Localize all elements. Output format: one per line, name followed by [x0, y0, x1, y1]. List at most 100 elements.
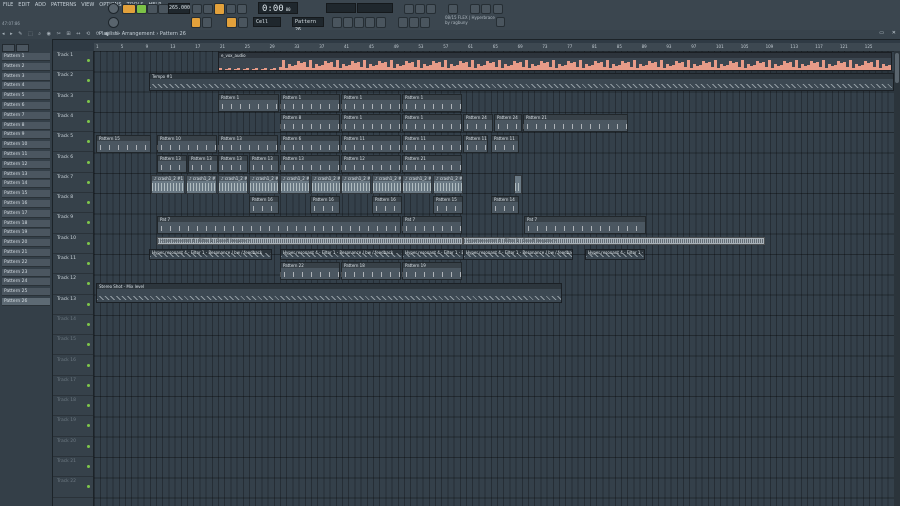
- pattern-list-item[interactable]: Pattern 7: [2, 111, 50, 120]
- pattern-list-item[interactable]: Pattern 8: [2, 121, 50, 130]
- mic-button[interactable]: [470, 4, 480, 14]
- track-header[interactable]: Track 16: [53, 356, 93, 376]
- track-mute-led-icon[interactable]: [87, 465, 90, 468]
- audio-clip-crash[interactable]: ♪ crash1_2 #1: [249, 175, 279, 194]
- pattern-clip[interactable]: Pattern 1: [402, 94, 462, 112]
- snap-selector[interactable]: Cell: [253, 17, 281, 27]
- pattern-list-item[interactable]: Pattern 20: [2, 239, 50, 248]
- pattern-list-item[interactable]: Pattern 15: [2, 190, 50, 199]
- pattern-list-item[interactable]: Pattern 4: [2, 82, 50, 91]
- piano-roll-button[interactable]: [343, 17, 353, 28]
- pattern-clip[interactable]: Pattern 11: [341, 135, 401, 153]
- track-header[interactable]: Track 19: [53, 416, 93, 437]
- project-info-button[interactable]: [420, 17, 430, 28]
- audio-clip-crash[interactable]: ♪ crash1_2 #1: [341, 175, 371, 194]
- pattern-list-item[interactable]: Pattern 2: [2, 62, 50, 71]
- pattern-clip[interactable]: Pattern 11: [463, 135, 488, 153]
- pattern-clip[interactable]: Pattern 16: [372, 196, 402, 214]
- online-button[interactable]: [415, 4, 425, 14]
- play-button[interactable]: [136, 4, 147, 14]
- track-header[interactable]: Track 8: [53, 193, 93, 214]
- track-header[interactable]: Track 9: [53, 213, 93, 234]
- pattern-list-item[interactable]: Pattern 17: [2, 209, 50, 218]
- menu-edit[interactable]: EDIT: [17, 2, 31, 8]
- browser-button[interactable]: [376, 17, 386, 28]
- pattern-clip[interactable]: Pattern 12: [341, 155, 401, 173]
- pattern-list-item[interactable]: Pattern 21: [2, 249, 50, 257]
- pattern-clip[interactable]: Pattern 24: [463, 114, 493, 132]
- pattern-list-item[interactable]: Pattern 25: [2, 288, 50, 297]
- pattern-clip[interactable]: Pattern 14: [491, 196, 519, 214]
- track-mute-led-icon[interactable]: [87, 160, 90, 164]
- pattern-clip[interactable]: Pattern 11: [402, 135, 462, 153]
- track-header[interactable]: Track 4: [53, 112, 93, 133]
- menu-add[interactable]: ADD: [34, 2, 47, 8]
- pattern-clip[interactable]: Pattern 15: [96, 135, 151, 153]
- track-mute-led-icon[interactable]: [87, 343, 90, 347]
- metronome-button[interactable]: [192, 4, 202, 14]
- track-mute-led-icon[interactable]: [87, 262, 90, 265]
- pattern-list-item[interactable]: Pattern 16: [2, 200, 50, 208]
- pattern-picker-menu-button[interactable]: [2, 44, 15, 52]
- pattern-clip[interactable]: Pattern 22: [280, 262, 340, 280]
- track-header[interactable]: Track 20: [53, 437, 93, 457]
- pattern-clip[interactable]: Pattern 21: [523, 114, 628, 132]
- pattern-clip[interactable]: Pattern 16: [310, 196, 340, 214]
- track-mute-led-icon[interactable]: [87, 221, 90, 225]
- automation-clip-stereo[interactable]: Stereo Shot - Mix level: [96, 283, 562, 303]
- loop-record-button[interactable]: [237, 4, 247, 14]
- master-pitch-knob[interactable]: [108, 17, 119, 28]
- pattern-clip[interactable]: Pattern 1: [402, 114, 462, 132]
- track-mute-led-icon[interactable]: [87, 180, 90, 184]
- panic-button[interactable]: [404, 4, 414, 14]
- pattern-list-item[interactable]: Pattern 1: [2, 53, 50, 61]
- audio-clip-crash[interactable]: ♪ crash1_2 #1: [433, 175, 463, 194]
- track-mute-led-icon[interactable]: [87, 241, 90, 245]
- pattern-list-item[interactable]: Pattern 13: [2, 170, 50, 179]
- pattern-clip[interactable]: Pattern 13: [249, 155, 279, 173]
- audio-clip-vox[interactable]: e_vox_audio: [218, 52, 892, 71]
- pattern-clip[interactable]: Pattern 15: [433, 196, 463, 214]
- pattern-clip[interactable]: Pattern 19: [402, 262, 462, 280]
- pattern-selector[interactable]: Pattern 26: [292, 17, 324, 33]
- track-mute-led-icon[interactable]: [87, 140, 90, 144]
- tool-paint-button[interactable]: [202, 17, 212, 28]
- pattern-list-item[interactable]: Pattern 5: [2, 92, 50, 101]
- news-panel[interactable]: 08/15 FLEX | Hyperbrace by ragbuny: [445, 15, 495, 25]
- menu-view[interactable]: VIEW: [80, 2, 95, 8]
- master-volume-knob[interactable]: [108, 3, 119, 14]
- audio-clip-crash[interactable]: ♪ crash1_2 #1: [186, 175, 217, 194]
- track-mute-led-icon[interactable]: [87, 201, 90, 205]
- automation-clip-resonance[interactable]: Hyper resonant 4 - Filter 1 - Resonance …: [463, 249, 573, 260]
- pattern-list-item[interactable]: Pattern 22: [2, 258, 50, 267]
- pattern-list-item[interactable]: Pattern 11: [2, 151, 50, 159]
- audio-clip-crash[interactable]: [514, 175, 522, 194]
- menu-patterns[interactable]: PATTERNS: [50, 2, 77, 8]
- pattern-clip[interactable]: Pattern 13: [280, 155, 340, 173]
- pattern-clip[interactable]: Pattern 21: [402, 155, 462, 173]
- pattern-list-item[interactable]: Pattern 6: [2, 102, 50, 110]
- track-mute-led-icon[interactable]: [87, 59, 90, 62]
- audio-clip-crash[interactable]: ♪ crash1_2 #1: [372, 175, 402, 194]
- countdown-button[interactable]: [226, 4, 236, 14]
- pattern-list-item[interactable]: Pattern 12: [2, 160, 50, 169]
- settings-button[interactable]: [481, 4, 491, 14]
- news-refresh-button[interactable]: [496, 17, 505, 27]
- help-button[interactable]: [448, 4, 458, 14]
- track-header[interactable]: Track 18: [53, 396, 93, 417]
- pattern-clip[interactable]: Pattern 1: [280, 94, 340, 112]
- track-mute-led-icon[interactable]: [87, 424, 90, 428]
- pattern-clip-row9[interactable]: Pat 7: [524, 216, 646, 234]
- step-edit-button[interactable]: [214, 3, 225, 15]
- mixer-button[interactable]: [365, 17, 375, 28]
- track-header[interactable]: Track 15: [53, 335, 93, 356]
- automation-clip-cutoff[interactable]: Hyper resonant 4 - Filter 1 - Cutoff fre…: [157, 237, 463, 245]
- track-header[interactable]: Track 1: [53, 51, 93, 72]
- automation-clip-resonance[interactable]: Hyper resonant 4 - Filter 1 - Resonance …: [149, 249, 272, 260]
- touch-keyboard-button[interactable]: [409, 17, 419, 28]
- pattern-list-item[interactable]: Pattern 10: [2, 141, 50, 150]
- automation-clip-cutoff[interactable]: Hyper resonant 4 - Filter 1 - Cutoff fre…: [463, 237, 765, 245]
- pattern-clip[interactable]: Pattern 10: [157, 135, 217, 153]
- track-header[interactable]: Track 17: [53, 376, 93, 397]
- pattern-clip[interactable]: Pattern 1: [341, 114, 401, 132]
